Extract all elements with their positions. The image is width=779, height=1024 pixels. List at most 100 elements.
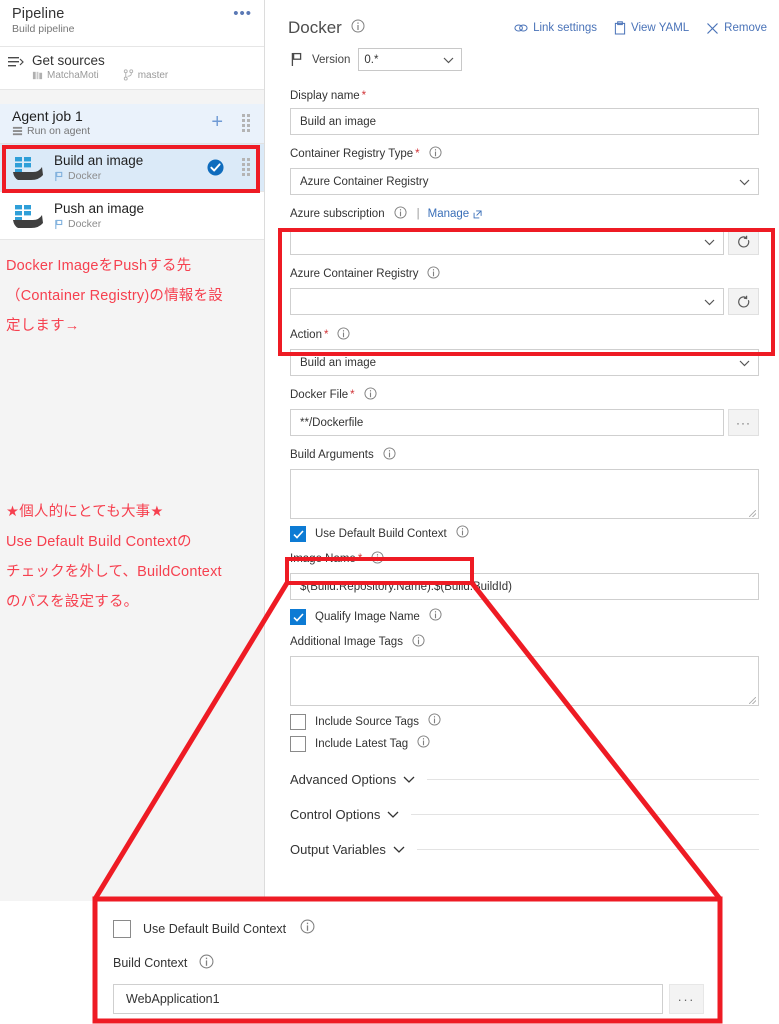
azure-subscription-label: Azure subscription | Manage bbox=[290, 206, 759, 222]
info-icon[interactable] bbox=[412, 634, 425, 650]
close-icon bbox=[707, 22, 719, 34]
control-options-label: Control Options bbox=[290, 806, 381, 822]
info-icon[interactable] bbox=[383, 447, 396, 463]
link-settings-button[interactable]: Link settings bbox=[514, 22, 597, 34]
drag-handle[interactable] bbox=[242, 114, 252, 134]
container-registry-type-label: Container Registry Type * bbox=[290, 146, 759, 162]
task-subtitle-text: Docker bbox=[68, 170, 102, 182]
remove-label: Remove bbox=[724, 22, 767, 34]
qualify-image-name-checkbox[interactable] bbox=[290, 609, 306, 625]
build-context-callout: Use Default Build Context Build Context … bbox=[95, 899, 720, 1021]
info-icon[interactable] bbox=[394, 206, 407, 222]
version-select[interactable]: 0.* bbox=[358, 48, 463, 71]
include-latest-tag-checkbox[interactable] bbox=[290, 736, 306, 752]
info-icon[interactable] bbox=[199, 954, 214, 972]
branch-icon bbox=[123, 69, 133, 81]
task-label: Push an image bbox=[54, 201, 145, 216]
callout-build-context-input[interactable]: WebApplication1 bbox=[113, 984, 663, 1014]
required-marker: * bbox=[415, 148, 420, 160]
sidebar-item-build-an-image[interactable]: Build an image Docker bbox=[0, 144, 264, 192]
pipeline-sidebar: Pipeline Build pipeline ••• Get sources bbox=[0, 0, 265, 901]
repo-info: MatchaMoti bbox=[32, 70, 99, 81]
task-flag-icon bbox=[55, 219, 63, 229]
use-default-build-context-label: Use Default Build Context bbox=[315, 528, 447, 540]
build-arguments-textarea[interactable] bbox=[290, 469, 759, 519]
qualify-image-name-row[interactable]: Qualify Image Name bbox=[290, 608, 759, 626]
label-separator: | bbox=[416, 208, 420, 220]
task-drag-handle[interactable] bbox=[242, 158, 252, 178]
section-rule bbox=[411, 813, 759, 815]
manage-link[interactable]: Manage bbox=[428, 208, 483, 220]
include-source-tags-row[interactable]: Include Source Tags bbox=[290, 713, 759, 731]
additional-image-tags-textarea[interactable] bbox=[290, 656, 759, 706]
section-output-variables[interactable]: Output Variables bbox=[290, 840, 759, 858]
action-select[interactable]: Build an image bbox=[290, 349, 759, 376]
use-default-build-context-row[interactable]: Use Default Build Context bbox=[290, 525, 759, 543]
chevron-down-icon bbox=[387, 805, 399, 823]
info-icon[interactable] bbox=[417, 735, 430, 753]
task-subtitle-text: Docker bbox=[68, 218, 102, 230]
info-icon[interactable] bbox=[427, 266, 441, 282]
section-control-options[interactable]: Control Options bbox=[290, 805, 759, 823]
callout-build-context-value: WebApplication1 bbox=[126, 992, 220, 1006]
page-title: Pipeline bbox=[12, 6, 65, 22]
view-yaml-button[interactable]: View YAML bbox=[614, 21, 689, 35]
build-arguments-label-text: Build Arguments bbox=[290, 449, 374, 461]
azure-container-registry-select[interactable] bbox=[290, 288, 724, 315]
sidebar-item-push-an-image[interactable]: Push an image Docker bbox=[0, 192, 264, 240]
include-source-tags-checkbox[interactable] bbox=[290, 714, 306, 730]
image-name-input[interactable]: $(Build.Repository.Name):$(Build.BuildId… bbox=[290, 573, 759, 600]
sidebar-item-agent-job[interactable]: Agent job 1 Run on agent + bbox=[0, 104, 264, 144]
docker-file-browse-button[interactable]: ··· bbox=[728, 409, 759, 436]
sidebar-divider bbox=[0, 90, 264, 104]
info-icon[interactable] bbox=[371, 551, 384, 567]
task-subtitle: Docker bbox=[54, 170, 143, 182]
refresh-icon bbox=[737, 295, 749, 308]
info-icon[interactable] bbox=[364, 387, 377, 403]
include-latest-tag-label: Include Latest Tag bbox=[315, 738, 409, 750]
refresh-icon bbox=[737, 235, 749, 248]
build-arguments-value bbox=[291, 470, 758, 480]
include-latest-tag-row[interactable]: Include Latest Tag bbox=[290, 735, 759, 753]
refresh-azure-container-registry-button[interactable] bbox=[728, 288, 759, 315]
use-default-build-context-checkbox[interactable] bbox=[290, 526, 306, 542]
refresh-azure-subscription-button[interactable] bbox=[728, 228, 759, 255]
version-value: 0.* bbox=[364, 53, 379, 66]
info-icon[interactable] bbox=[351, 19, 365, 38]
info-icon[interactable] bbox=[300, 919, 315, 939]
docker-file-input[interactable]: **/Dockerfile bbox=[290, 409, 724, 436]
chevron-down-icon bbox=[739, 177, 750, 189]
azure-subscription-select[interactable] bbox=[290, 228, 724, 255]
required-marker: * bbox=[357, 553, 363, 565]
remove-button[interactable]: Remove bbox=[706, 22, 767, 35]
info-icon[interactable] bbox=[428, 713, 441, 731]
action-label-text: Action bbox=[290, 329, 322, 341]
info-icon[interactable] bbox=[429, 146, 442, 162]
get-sources-icon bbox=[8, 53, 28, 74]
chevron-down-icon bbox=[704, 237, 715, 249]
required-marker: * bbox=[350, 389, 355, 401]
callout-use-default-build-context-checkbox[interactable] bbox=[113, 920, 131, 938]
display-name-input[interactable]: Build an image bbox=[290, 108, 759, 135]
callout-build-context-browse-button[interactable]: ··· bbox=[668, 984, 704, 1014]
clipboard-icon bbox=[614, 21, 626, 35]
add-task-button[interactable]: + bbox=[211, 112, 223, 132]
sidebar-item-get-sources[interactable]: Get sources MatchaMoti master bbox=[0, 47, 264, 90]
info-icon[interactable] bbox=[337, 327, 350, 343]
get-sources-label: Get sources bbox=[32, 53, 105, 68]
action-value: Build an image bbox=[300, 356, 377, 369]
external-link-icon bbox=[473, 209, 482, 218]
info-icon[interactable] bbox=[429, 608, 442, 626]
task-enabled-check-icon bbox=[207, 159, 224, 181]
info-icon[interactable] bbox=[456, 525, 469, 543]
more-options-icon[interactable]: ••• bbox=[233, 6, 252, 21]
repository-icon bbox=[32, 71, 43, 79]
docker-file-label: Docker File * bbox=[290, 387, 759, 403]
task-panel-header: Docker Link settings View YAML Remove bbox=[278, 0, 767, 42]
output-variables-label: Output Variables bbox=[290, 841, 386, 857]
container-registry-type-select[interactable]: Azure Container Registry bbox=[290, 168, 759, 195]
section-advanced-options[interactable]: Advanced Options bbox=[290, 770, 759, 788]
container-registry-type-label-text: Container Registry Type bbox=[290, 148, 414, 160]
manage-link-label: Manage bbox=[427, 208, 470, 220]
chevron-down-icon bbox=[443, 55, 454, 67]
